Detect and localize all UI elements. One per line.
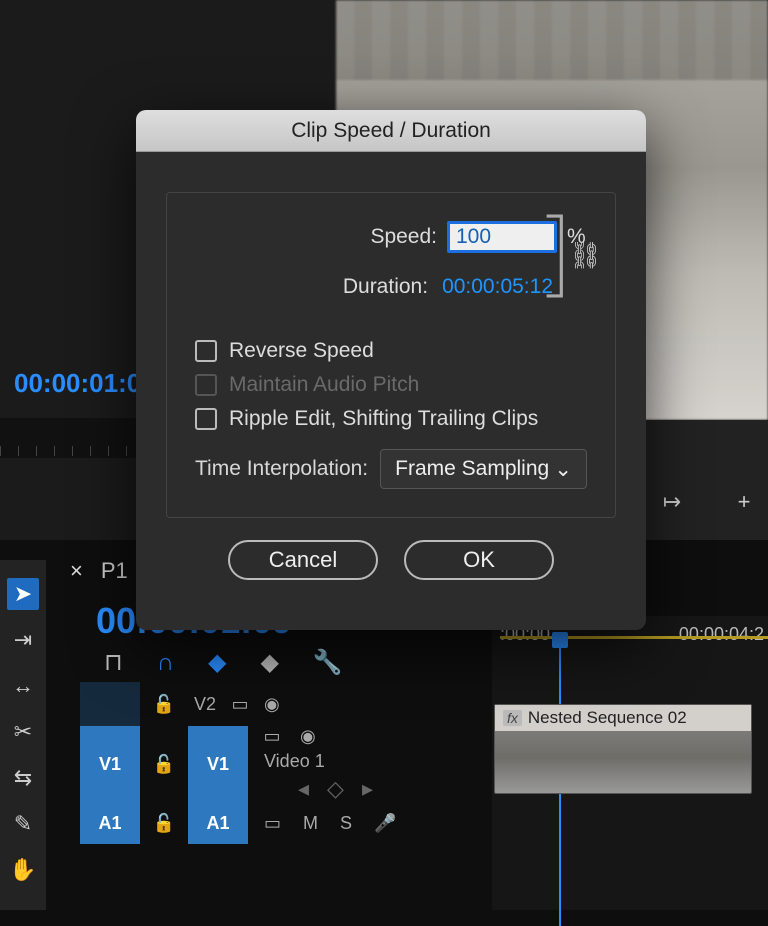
close-icon[interactable]: ×: [70, 558, 83, 584]
add-marker-icon[interactable]: +: [728, 486, 760, 518]
v2-source[interactable]: [80, 682, 140, 726]
v1-label: Video 1: [258, 751, 373, 772]
timeline-toolbar: ⊓ ∩ ◆ ◆ 🔧: [104, 648, 343, 677]
mute-button[interactable]: M: [303, 813, 318, 834]
time-interpolation-value: Frame Sampling: [395, 457, 549, 481]
track-headers: 🔓 V2 ▭ ◉ V1 🔓 V1 ▭ ◉ Video 1 ◂ ◇ ▸: [80, 682, 480, 844]
film-icon[interactable]: ▭: [226, 694, 254, 715]
source-timecode[interactable]: 00:00:01:0: [14, 368, 141, 399]
solo-button[interactable]: S: [340, 813, 352, 834]
v2-label: V2: [188, 694, 216, 715]
clip-name: Nested Sequence 02: [528, 708, 687, 728]
mark-in-icon[interactable]: ↦: [656, 486, 688, 518]
reverse-speed-label: Reverse Speed: [229, 339, 374, 363]
hand-tool[interactable]: ✋: [7, 854, 39, 886]
sequence-name: P1: [101, 558, 128, 584]
speed-input[interactable]: [447, 221, 557, 253]
ok-button[interactable]: OK: [404, 540, 554, 580]
time-interpolation-select[interactable]: Frame Sampling ⌄: [380, 449, 587, 489]
dialog-title: Clip Speed / Duration: [136, 110, 646, 152]
linked-selection-icon[interactable]: ◆: [208, 648, 226, 677]
link-bracket: [544, 214, 566, 298]
clip-speed-dialog: Clip Speed / Duration Speed: % Duration:…: [136, 110, 646, 630]
slip-tool[interactable]: ⇆: [7, 762, 39, 794]
track-select-tool[interactable]: ⇥: [7, 624, 39, 656]
timeline-clip[interactable]: fx Nested Sequence 02: [494, 704, 752, 794]
a1-target[interactable]: A1: [188, 802, 248, 844]
a1-source-patch[interactable]: A1: [80, 802, 140, 844]
settings-icon[interactable]: 🔧: [313, 648, 343, 677]
chevron-down-icon: ⌄: [554, 457, 572, 482]
work-area-bar[interactable]: [500, 636, 768, 639]
pen-tool[interactable]: ✎: [7, 808, 39, 840]
lock-icon[interactable]: 🔓: [150, 694, 178, 715]
markers-icon[interactable]: ◆: [260, 648, 278, 677]
playhead[interactable]: [552, 632, 568, 648]
time-interpolation-label: Time Interpolation:: [195, 457, 368, 481]
film-icon[interactable]: ▭: [258, 726, 286, 747]
razor-tool[interactable]: ✂: [7, 716, 39, 748]
ripple-edit-checkbox[interactable]: Ripple Edit, Shifting Trailing Clips: [195, 407, 587, 431]
selection-tool[interactable]: ➤: [7, 578, 39, 610]
ripple-edit-label: Ripple Edit, Shifting Trailing Clips: [229, 407, 538, 431]
timeline-canvas[interactable]: :00:00 00:00:04:2 fx Nested Sequence 02: [492, 616, 768, 910]
snap-icon[interactable]: ∩: [157, 649, 174, 677]
eye-icon[interactable]: ◉: [300, 726, 316, 747]
speed-label: Speed:: [347, 225, 437, 249]
next-key-icon[interactable]: ▸: [362, 776, 373, 802]
reverse-speed-checkbox[interactable]: Reverse Speed: [195, 339, 587, 363]
duration-value[interactable]: 00:00:05:12: [438, 273, 557, 301]
lock-icon[interactable]: 🔓: [150, 813, 178, 834]
tool-panel: ➤ ⇥ ↔ ✂ ⇆ ✎ ✋: [0, 560, 46, 910]
cancel-button[interactable]: Cancel: [228, 540, 378, 580]
v1-target[interactable]: V1: [188, 726, 248, 802]
film-icon[interactable]: ▭: [264, 813, 281, 834]
maintain-pitch-checkbox: Maintain Audio Pitch: [195, 373, 587, 397]
v1-source-patch[interactable]: V1: [80, 726, 140, 802]
nest-icon[interactable]: ⊓: [104, 648, 123, 677]
link-icon[interactable]: ⛓: [569, 240, 602, 271]
eye-icon[interactable]: ◉: [264, 694, 280, 715]
lock-icon[interactable]: 🔓: [150, 754, 178, 775]
prev-key-icon[interactable]: ◂: [298, 776, 309, 802]
fx-badge[interactable]: fx: [503, 710, 522, 726]
sequence-tab[interactable]: × P1: [70, 558, 128, 584]
ruler-mark: 00:00:04:2: [679, 624, 764, 645]
duration-label: Duration:: [338, 275, 428, 299]
add-key-icon[interactable]: ◇: [327, 776, 344, 802]
voiceover-icon[interactable]: 🎤: [374, 813, 396, 834]
maintain-pitch-label: Maintain Audio Pitch: [229, 373, 419, 397]
ripple-edit-tool[interactable]: ↔: [7, 670, 39, 702]
